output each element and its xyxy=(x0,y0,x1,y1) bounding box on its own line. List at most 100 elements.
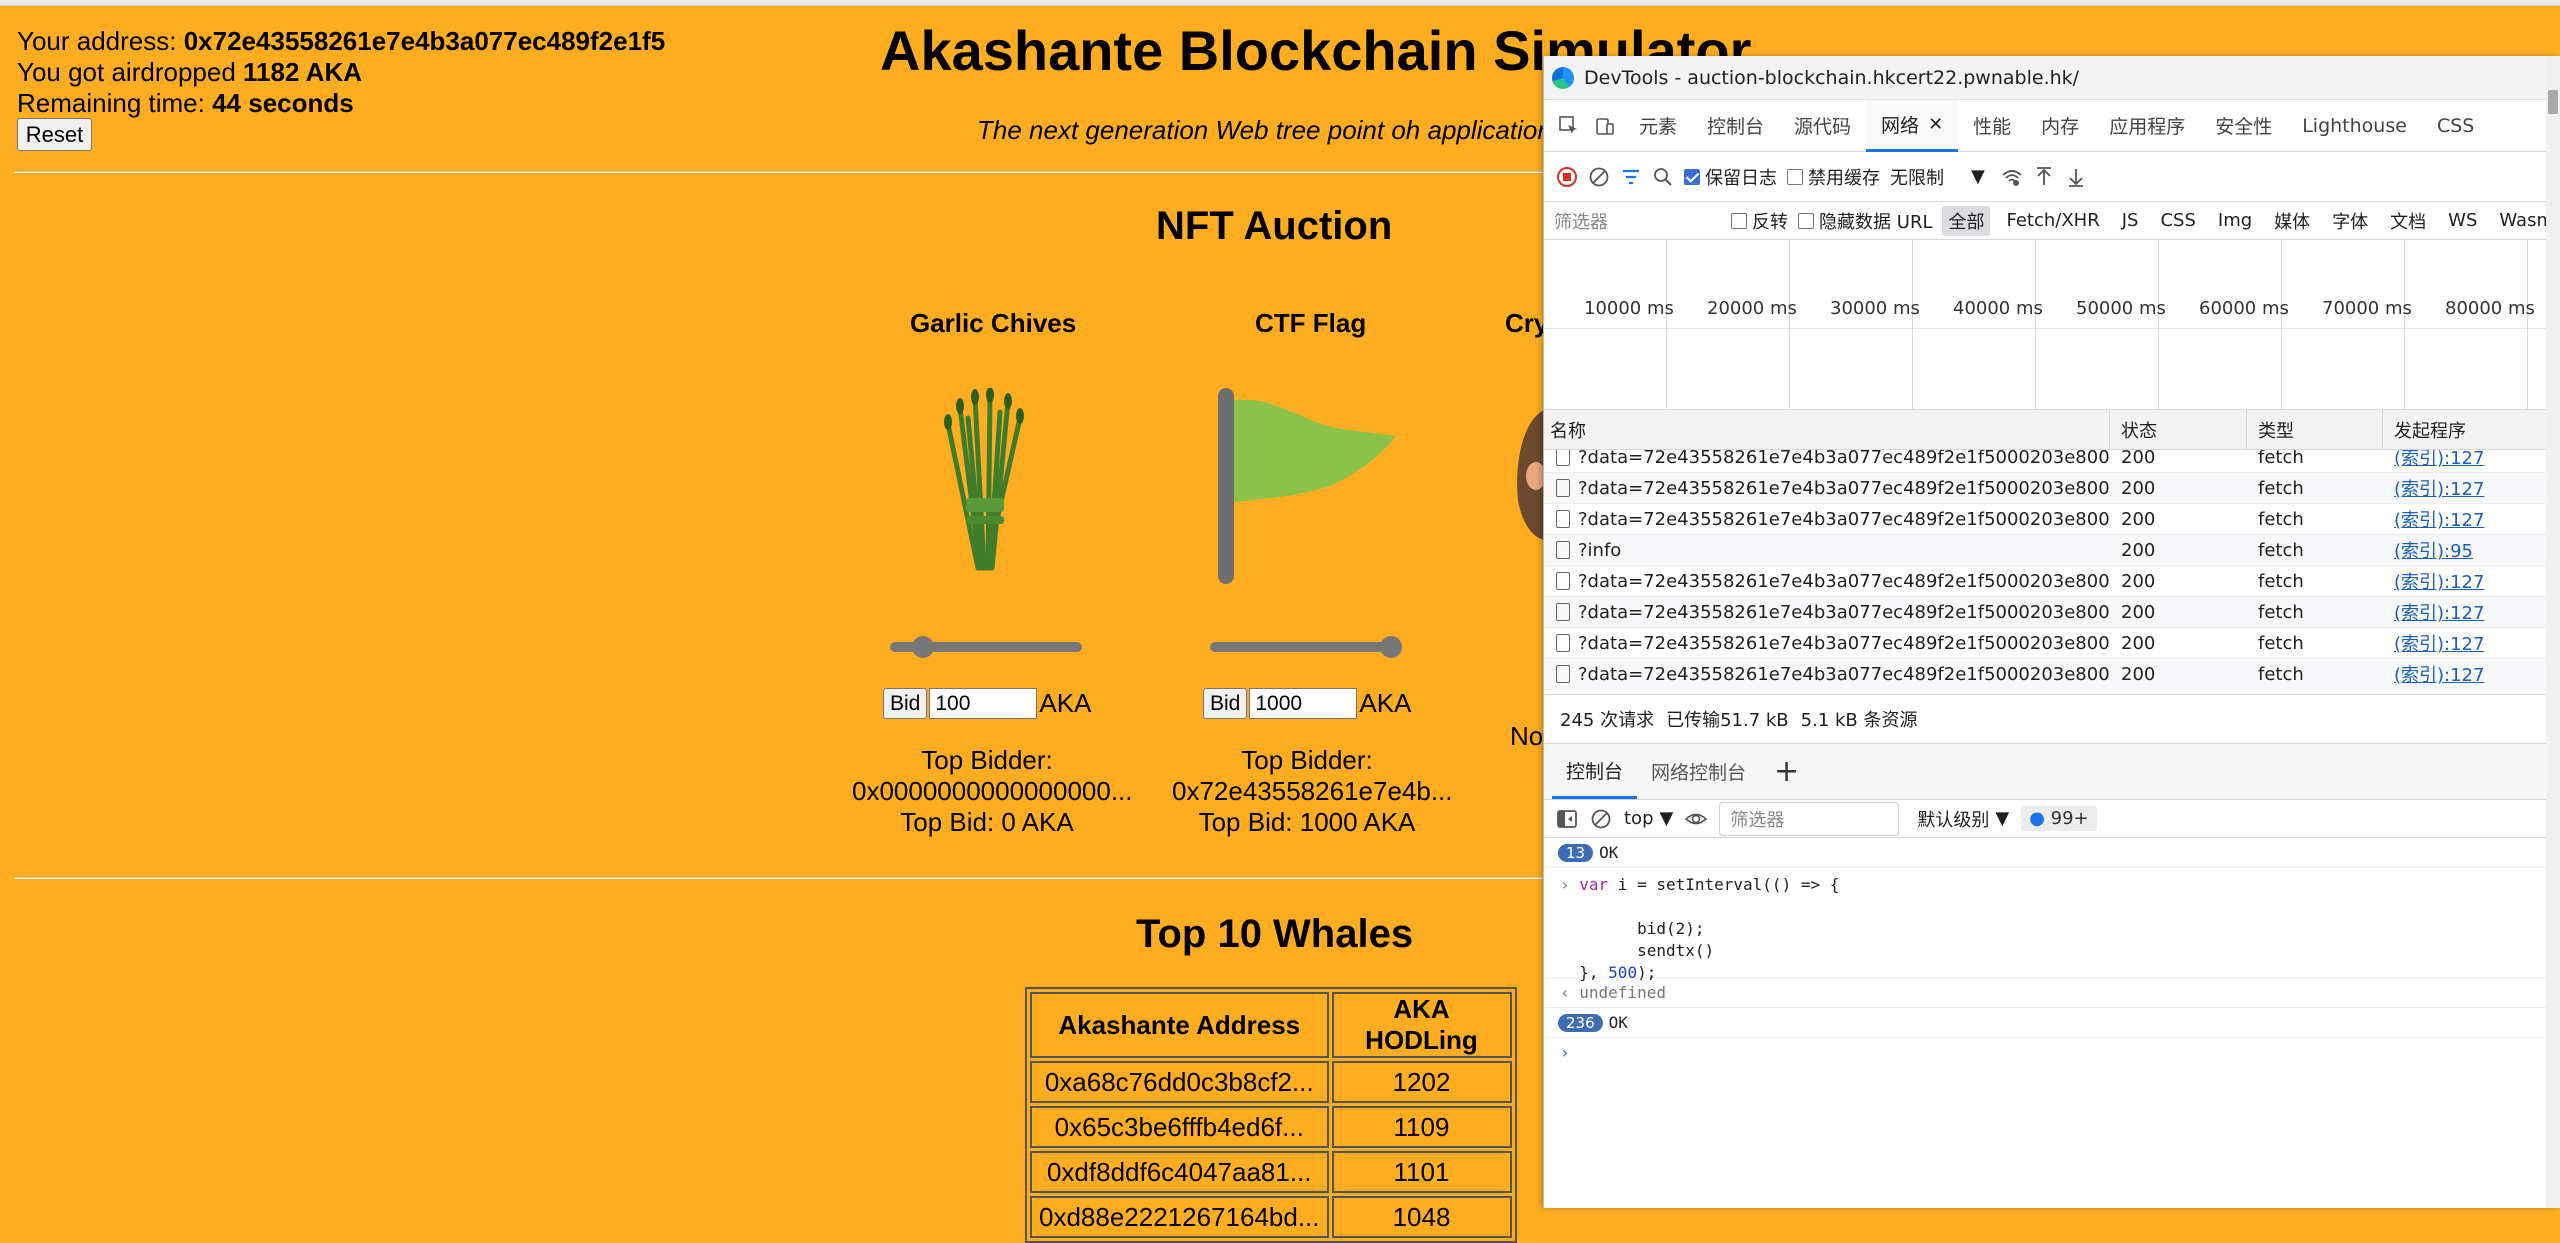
invert-checkbox[interactable]: 反转 xyxy=(1731,208,1788,234)
issues-badge[interactable]: ● 99+ xyxy=(2021,806,2097,831)
request-row[interactable]: ?data=72e43558261e7e4b3a077ec489f2e1f500… xyxy=(1544,659,2560,690)
request-initiator-link[interactable]: (索引):127 xyxy=(2394,475,2484,501)
request-initiator-link[interactable]: (索引):127 xyxy=(2394,568,2484,594)
filter-icon[interactable] xyxy=(1620,166,1642,188)
request-name-cell[interactable]: ?info xyxy=(1544,535,2109,565)
request-initiator-link[interactable]: (索引):127 xyxy=(2394,450,2484,470)
column-header-name[interactable]: 名称 xyxy=(1544,410,2109,449)
request-row[interactable]: ?data=72e43558261e7e4b3a077ec489f2e1f500… xyxy=(1544,450,2560,473)
bid-button[interactable]: Bid xyxy=(883,688,928,719)
tab-sources[interactable]: 源代码 xyxy=(1779,100,1866,152)
filter-type-img[interactable]: Img xyxy=(2212,208,2258,233)
live-expression-eye-icon[interactable] xyxy=(1685,808,1708,830)
column-header-status[interactable]: 状态 xyxy=(2115,410,2245,449)
scrollbar-thumb[interactable] xyxy=(2548,90,2558,114)
drawer-tab-console[interactable]: 控制台 xyxy=(1552,744,1638,799)
request-row[interactable]: ?info 200 fetch (索引):95 xyxy=(1544,535,2560,566)
disable-cache-checkbox[interactable]: 禁用缓存 xyxy=(1787,164,1880,190)
throttling-select[interactable]: 无限制 ▼ xyxy=(1890,164,1985,190)
column-header-type[interactable]: 类型 xyxy=(2252,410,2382,449)
request-initiator-link[interactable]: (索引):95 xyxy=(2394,537,2473,563)
add-tab-icon[interactable]: + xyxy=(1760,744,1813,799)
column-separator[interactable] xyxy=(2382,410,2383,449)
sidebar-toggle-icon[interactable] xyxy=(1556,808,1578,830)
tab-memory[interactable]: 内存 xyxy=(2026,100,2094,152)
request-row[interactable]: ?data=72e43558261e7e4b3a077ec489f2e1f500… xyxy=(1544,597,2560,628)
tab-lighthouse[interactable]: Lighthouse xyxy=(2287,100,2422,152)
devtools-scrollbar[interactable] xyxy=(2546,56,2560,1208)
tab-performance[interactable]: 性能 xyxy=(1958,100,2026,152)
request-name-cell[interactable]: ?data=72e43558261e7e4b3a077ec489f2e1f500… xyxy=(1544,628,2109,658)
devtools-window: DevTools - auction-blockchain.hkcert22.p… xyxy=(1543,56,2560,1208)
column-header-initiator[interactable]: 发起程序 xyxy=(2388,410,2558,449)
request-row[interactable]: ?data=72e43558261e7e4b3a077ec489f2e1f500… xyxy=(1544,504,2560,535)
top-bidder-info: Top Bidder: 0x72e43558261e7e4b... Top Bi… xyxy=(1172,745,1453,838)
tab-application[interactable]: 应用程序 xyxy=(2094,100,2200,152)
request-row[interactable]: ?data=72e43558261e7e4b3a077ec489f2e1f500… xyxy=(1544,628,2560,659)
remaining-line: Remaining time: 44 seconds xyxy=(17,88,665,119)
request-initiator-link[interactable]: (索引):127 xyxy=(2394,599,2484,625)
stop-recording-icon[interactable] xyxy=(1556,166,1578,188)
filter-type-media[interactable]: 媒体 xyxy=(2268,206,2316,236)
request-row[interactable]: ?data=72e43558261e7e4b3a077ec489f2e1f500… xyxy=(1544,566,2560,597)
console-filter-input[interactable]: 筛选器 xyxy=(1719,801,1900,836)
log-level-select[interactable]: 默认级别 ▼ xyxy=(1917,806,2009,832)
bid-amount-input[interactable] xyxy=(929,688,1038,719)
filter-type-ws[interactable]: WS xyxy=(2442,208,2483,233)
context-select[interactable]: top ▼ xyxy=(1624,808,1673,829)
request-initiator-cell: (索引):127 xyxy=(2388,597,2548,627)
request-initiator-link[interactable]: (索引):127 xyxy=(2394,506,2484,532)
tab-elements[interactable]: 元素 xyxy=(1624,100,1692,152)
filter-type-css[interactable]: CSS xyxy=(2154,208,2201,233)
filter-type-font[interactable]: 字体 xyxy=(2326,206,2374,236)
request-row[interactable]: ?data=72e43558261e7e4b3a077ec489f2e1f500… xyxy=(1544,473,2560,504)
request-name-cell[interactable]: ?data=72e43558261e7e4b3a077ec489f2e1f500… xyxy=(1544,566,2109,596)
hide-data-url-checkbox[interactable]: 隐藏数据 URL xyxy=(1798,208,1932,234)
bid-amount-input[interactable] xyxy=(1249,688,1358,719)
request-initiator-link[interactable]: (索引):127 xyxy=(2394,661,2484,687)
filter-type-all[interactable]: 全部 xyxy=(1942,205,1991,236)
import-har-icon[interactable] xyxy=(2033,166,2055,188)
column-separator[interactable] xyxy=(2109,410,2110,449)
console-prompt[interactable]: › xyxy=(1544,1038,2560,1068)
drawer-tab-network-console[interactable]: 网络控制台 xyxy=(1637,744,1760,799)
request-name-cell[interactable]: ?data=72e43558261e7e4b3a077ec489f2e1f500… xyxy=(1544,504,2109,534)
bid-button[interactable]: Bid xyxy=(1203,688,1248,719)
tab-css[interactable]: CSS xyxy=(2422,100,2489,152)
request-name-cell[interactable]: ?data=72e43558261e7e4b3a077ec489f2e1f500… xyxy=(1544,473,2109,503)
whale-address: 0xd88e2221267164bd... xyxy=(1030,1196,1329,1238)
console-output[interactable]: 13 OK › var i = setInterval(() => { bid(2… xyxy=(1544,838,2560,1208)
network-conditions-icon[interactable] xyxy=(2001,166,2023,188)
timeline-tick-label: 10000 ms xyxy=(1584,298,1674,319)
request-name: ?data=72e43558261e7e4b3a077ec489f2e1f500… xyxy=(1578,663,2109,685)
filter-type-fetch-xhr[interactable]: Fetch/XHR xyxy=(2000,208,2105,233)
bid-slider[interactable] xyxy=(890,636,1082,658)
filter-type-js[interactable]: JS xyxy=(2116,208,2145,233)
device-toolbar-icon[interactable] xyxy=(1594,115,1616,137)
tab-console[interactable]: 控制台 xyxy=(1692,100,1779,152)
request-name-cell[interactable]: ?data=72e43558261e7e4b3a077ec489f2e1f500… xyxy=(1544,597,2109,627)
clear-icon[interactable] xyxy=(1588,166,1610,188)
request-name-cell[interactable]: ?data=72e43558261e7e4b3a077ec489f2e1f500… xyxy=(1544,450,2109,472)
export-har-icon[interactable] xyxy=(2065,166,2087,188)
network-timeline-overview[interactable]: 10000 ms 20000 ms 30000 ms 40000 ms 5000… xyxy=(1544,240,2560,410)
slider-thumb[interactable] xyxy=(1380,636,1402,658)
inspect-element-icon[interactable] xyxy=(1558,115,1580,137)
request-initiator-link[interactable]: (索引):127 xyxy=(2394,630,2484,656)
network-filter-input[interactable]: 筛选器 xyxy=(1552,207,1721,235)
request-name: ?data=72e43558261e7e4b3a077ec489f2e1f500… xyxy=(1578,632,2109,654)
tab-security[interactable]: 安全性 xyxy=(2200,100,2287,152)
request-name-cell[interactable]: ?data=72e43558261e7e4b3a077ec489f2e1f500… xyxy=(1544,659,2109,689)
preserve-log-checkbox[interactable]: 保留日志 xyxy=(1684,164,1777,190)
request-name: ?info xyxy=(1578,539,1622,561)
search-icon[interactable] xyxy=(1652,166,1674,188)
tab-network[interactable]: 网络 ✕ xyxy=(1866,99,1959,152)
close-tab-icon[interactable]: ✕ xyxy=(1928,114,1943,135)
filter-type-doc[interactable]: 文档 xyxy=(2384,206,2432,236)
reset-button[interactable]: Reset xyxy=(17,118,92,151)
column-separator[interactable] xyxy=(2246,410,2247,449)
bid-slider[interactable] xyxy=(1210,636,1402,658)
clear-console-icon[interactable] xyxy=(1590,808,1612,830)
timeline-tick-label: 60000 ms xyxy=(2199,298,2289,319)
slider-thumb[interactable] xyxy=(912,636,935,658)
